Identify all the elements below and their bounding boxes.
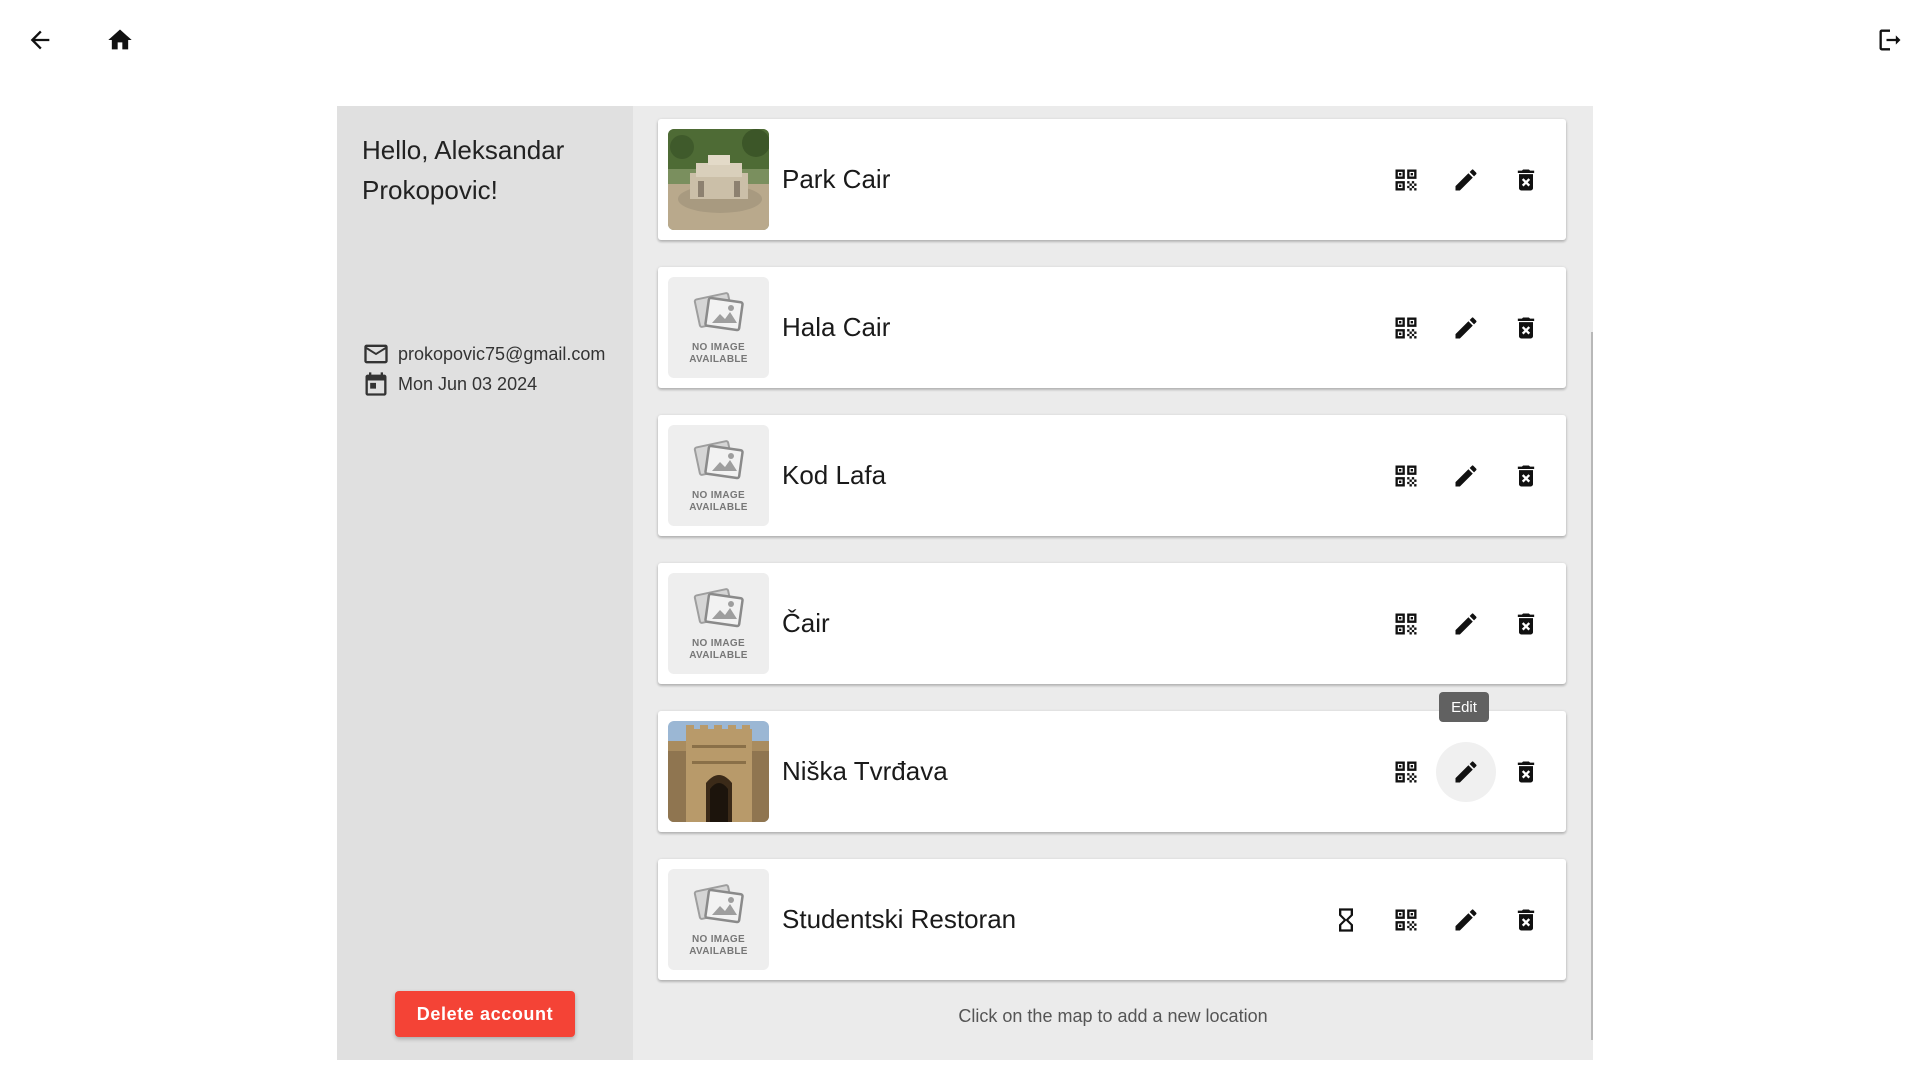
location-card[interactable]: Park Cair — [658, 119, 1566, 240]
card-actions — [1376, 594, 1556, 654]
delete-location-button[interactable] — [1496, 150, 1556, 210]
delete-location-icon — [1517, 169, 1535, 190]
card-actions — [1376, 298, 1556, 358]
location-thumbnail — [668, 721, 769, 822]
no-image-line2: AVAILABLE — [689, 945, 748, 957]
no-image-line2: AVAILABLE — [689, 649, 748, 661]
add-location-hint: Click on the map to add a new location — [958, 1006, 1268, 1026]
delete-location-button[interactable] — [1496, 298, 1556, 358]
delete-location-icon — [1517, 761, 1535, 782]
scrollbar[interactable] — [1591, 332, 1593, 1040]
profile-panel: Hello, Aleksandar Prokopovic! prokopovic… — [337, 106, 1593, 1060]
arrow-back-icon — [30, 30, 50, 50]
pending-icon — [1339, 907, 1353, 932]
edit-icon — [1455, 168, 1477, 190]
date-text: Mon Jun 03 2024 — [398, 373, 538, 394]
home-button[interactable] — [96, 16, 144, 64]
mail-icon — [364, 344, 388, 364]
qr-code-icon — [1395, 909, 1417, 930]
delete-location-icon — [1517, 465, 1535, 486]
edit-button[interactable] — [1436, 741, 1496, 802]
edit-button[interactable] — [1436, 298, 1496, 358]
no-image-line1: NO IMAGE — [692, 341, 745, 353]
qr-code-button[interactable] — [1376, 298, 1436, 358]
edit-icon — [1455, 464, 1477, 486]
profile-sidebar: Hello, Aleksandar Prokopovic! prokopovic… — [337, 106, 633, 1060]
no-image-line1: NO IMAGE — [692, 489, 745, 501]
location-thumbnail — [668, 129, 769, 230]
card-actions — [1376, 150, 1556, 210]
qr-code-button[interactable] — [1376, 150, 1436, 210]
location-card[interactable]: NO IMAGE AVAILABLE Kod Lafa — [658, 415, 1566, 536]
delete-account-button[interactable]: Delete account — [395, 991, 575, 1037]
no-image-line2: AVAILABLE — [689, 501, 748, 513]
no-image-placeholder: NO IMAGE AVAILABLE — [668, 573, 769, 674]
location-card[interactable]: Niška Tvrđava — [658, 711, 1566, 832]
edit-icon — [1455, 316, 1477, 338]
edit-button[interactable] — [1436, 446, 1496, 506]
locations-list: Park Cair NO IMAGE AVAILABLE Hala Cair NO IM… — [633, 106, 1593, 1060]
delete-location-icon — [1517, 317, 1535, 338]
location-name: Studentski Restoran — [782, 904, 1017, 934]
pending-button[interactable] — [1316, 890, 1376, 950]
qr-code-icon — [1395, 169, 1417, 190]
no-image-line1: NO IMAGE — [692, 637, 745, 649]
location-card[interactable]: NO IMAGE AVAILABLE Čair — [658, 563, 1566, 684]
no-image-line2: AVAILABLE — [689, 353, 748, 365]
no-image-placeholder: NO IMAGE AVAILABLE — [668, 277, 769, 378]
qr-code-icon — [1395, 761, 1417, 782]
qr-code-icon — [1395, 613, 1417, 634]
home-icon — [108, 29, 132, 50]
delete-location-button[interactable] — [1496, 742, 1556, 802]
email-text: prokopovic75@gmail.com — [398, 343, 606, 364]
card-actions — [1316, 890, 1556, 950]
qr-code-icon — [1395, 317, 1417, 338]
delete-location-button[interactable] — [1496, 890, 1556, 950]
location-name: Kod Lafa — [782, 460, 887, 490]
location-card[interactable]: NO IMAGE AVAILABLE Studentski Restoran — [658, 859, 1566, 980]
edit-button[interactable] — [1436, 150, 1496, 210]
qr-code-button[interactable] — [1376, 890, 1436, 950]
greeting-heading: Hello, Aleksandar Prokopovic! — [362, 135, 565, 205]
back-button[interactable] — [16, 16, 64, 64]
date-row: Mon Jun 03 2024 — [362, 370, 537, 398]
logout-button[interactable] — [1866, 16, 1914, 64]
delete-location-button[interactable] — [1496, 446, 1556, 506]
card-actions — [1376, 446, 1556, 506]
email-row: prokopovic75@gmail.com — [362, 340, 605, 368]
edit-button[interactable] — [1436, 890, 1496, 950]
edit-icon — [1455, 760, 1477, 782]
calendar-icon — [365, 372, 387, 396]
card-actions — [1376, 741, 1556, 802]
qr-code-button[interactable] — [1376, 446, 1436, 506]
location-name: Park Cair — [782, 164, 891, 194]
delete-location-button[interactable] — [1496, 594, 1556, 654]
edit-tooltip: Edit — [1439, 692, 1489, 722]
location-card[interactable]: NO IMAGE AVAILABLE Hala Cair — [658, 267, 1566, 388]
delete-location-icon — [1517, 909, 1535, 930]
no-image-placeholder: NO IMAGE AVAILABLE — [668, 869, 769, 970]
edit-icon — [1455, 612, 1477, 634]
logout-icon — [1879, 29, 1901, 51]
location-name: Niška Tvrđava — [782, 756, 948, 786]
no-image-line1: NO IMAGE — [692, 933, 745, 945]
no-image-placeholder: NO IMAGE AVAILABLE — [668, 425, 769, 526]
location-name: Čair — [782, 608, 830, 638]
qr-code-button[interactable] — [1376, 742, 1436, 802]
delete-location-icon — [1517, 613, 1535, 634]
edit-icon — [1455, 908, 1477, 930]
edit-button[interactable] — [1436, 594, 1496, 654]
qr-code-button[interactable] — [1376, 594, 1436, 654]
qr-code-icon — [1395, 465, 1417, 486]
location-name: Hala Cair — [782, 312, 891, 342]
